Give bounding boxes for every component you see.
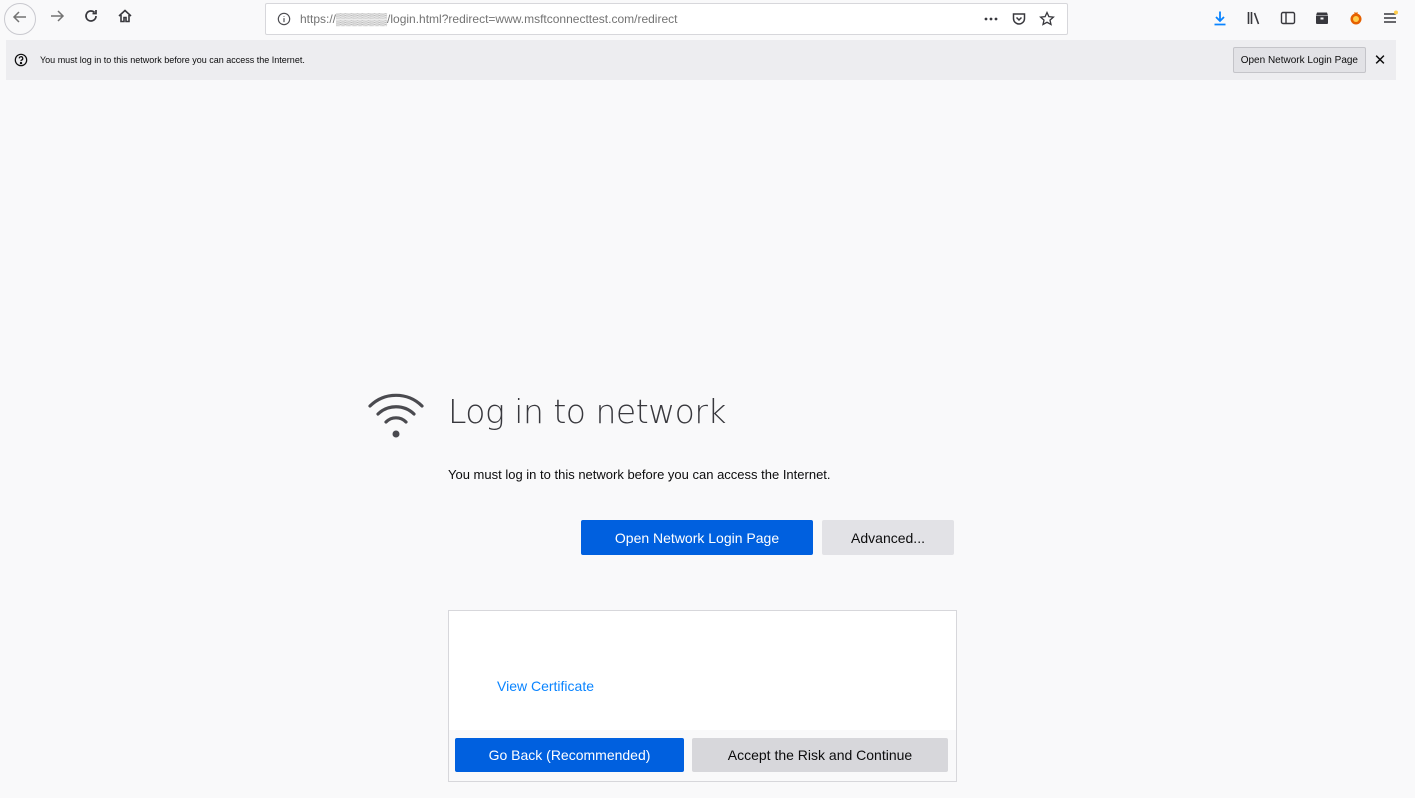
pocket-icon[interactable]: [1007, 7, 1031, 31]
more-dots-icon[interactable]: [979, 7, 1003, 31]
view-certificate-link[interactable]: View Certificate: [497, 678, 594, 694]
home-icon: [117, 8, 133, 29]
help-circle-icon: [13, 52, 29, 68]
library-icon[interactable]: [1237, 4, 1271, 32]
captive-portal-notification-bar: You must log in to this network before y…: [6, 40, 1396, 80]
reload-icon: [83, 8, 99, 29]
reload-button[interactable]: [76, 4, 106, 32]
browser-toolbar: https://▒▒▒▒▒▒/login.html?redirect=www.m…: [0, 0, 1415, 38]
advanced-panel: View Certificate Go Back (Recommended) A…: [448, 610, 957, 782]
download-arrow-icon[interactable]: [1203, 4, 1237, 32]
open-network-login-page-button[interactable]: Open Network Login Page: [581, 520, 813, 555]
containers-icon[interactable]: [1305, 4, 1339, 32]
advanced-panel-footer: Go Back (Recommended) Accept the Risk an…: [449, 730, 956, 781]
page-content: Log in to network You must log in to thi…: [0, 80, 1415, 798]
forward-button[interactable]: [42, 4, 72, 32]
forward-arrow-icon: [49, 8, 65, 29]
close-icon[interactable]: ✕: [1370, 50, 1390, 70]
wifi-icon: [364, 392, 428, 444]
page-title: Log in to network: [448, 392, 727, 431]
back-button[interactable]: [4, 3, 36, 35]
sidebar-icon[interactable]: [1271, 4, 1305, 32]
toolbar-right-group: [1203, 4, 1407, 32]
page-description: You must log in to this network before y…: [448, 467, 831, 482]
notification-open-login-button[interactable]: Open Network Login Page: [1232, 47, 1366, 73]
home-button[interactable]: [110, 4, 140, 32]
back-arrow-icon: [12, 9, 28, 30]
info-icon[interactable]: [270, 5, 298, 33]
notification-message: You must log in to this network before y…: [40, 55, 305, 65]
advanced-button[interactable]: Advanced...: [822, 520, 954, 555]
extension-icon[interactable]: [1339, 4, 1373, 32]
url-text[interactable]: https://▒▒▒▒▒▒/login.html?redirect=www.m…: [300, 12, 677, 26]
hamburger-menu-icon[interactable]: [1373, 4, 1407, 32]
go-back-button[interactable]: Go Back (Recommended): [455, 738, 684, 772]
accept-risk-button[interactable]: Accept the Risk and Continue: [692, 738, 948, 772]
url-bar[interactable]: https://▒▒▒▒▒▒/login.html?redirect=www.m…: [265, 3, 1068, 35]
star-icon[interactable]: [1035, 7, 1059, 31]
